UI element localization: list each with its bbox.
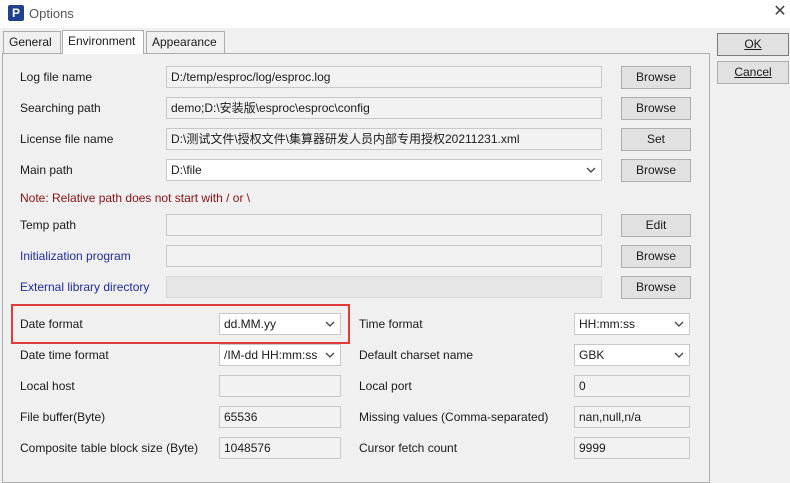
log-file-label: Log file name — [20, 70, 93, 84]
searching-path-browse-button[interactable]: Browse — [621, 97, 691, 120]
ok-label: OK — [744, 37, 762, 51]
tab-general[interactable]: General — [3, 31, 61, 54]
cursor-fetch-label: Cursor fetch count — [359, 441, 458, 455]
searching-path-label: Searching path — [20, 101, 101, 115]
temp-path-edit-button[interactable]: Edit — [621, 214, 691, 237]
file-buffer-input[interactable]: 65536 — [219, 406, 341, 428]
ext-lib-input[interactable] — [166, 276, 602, 298]
datetime-format-label: Date time format — [20, 348, 109, 362]
datetime-format-value: /IM-dd HH:mm:ss — [224, 348, 318, 362]
ext-lib-label[interactable]: External library directory — [20, 280, 149, 294]
license-set-button[interactable]: Set — [621, 128, 691, 151]
tab-environment[interactable]: Environment — [62, 30, 144, 54]
license-file-input[interactable]: D:\测试文件\授权文件\集算器研发人员内部专用授权20211231.xml — [166, 128, 602, 150]
chevron-down-icon — [325, 321, 335, 327]
log-file-input[interactable]: D:/temp/esproc/log/esproc.log — [166, 66, 602, 88]
temp-path-input[interactable] — [166, 214, 602, 236]
chevron-down-icon — [325, 352, 335, 358]
cursor-fetch-input[interactable]: 9999 — [574, 437, 690, 459]
main-path-browse-button[interactable]: Browse — [621, 159, 691, 182]
time-format-label: Time format — [359, 317, 423, 331]
missing-values-label: Missing values (Comma-separated) — [359, 410, 549, 424]
license-file-label: License file name — [20, 132, 114, 146]
main-path-select[interactable]: D:\file — [166, 159, 602, 181]
cancel-label: Cancel — [734, 65, 772, 79]
block-size-label: Composite table block size (Byte) — [20, 441, 199, 455]
charset-value: GBK — [579, 348, 605, 362]
app-icon: P — [8, 5, 24, 21]
local-port-label: Local port — [359, 379, 412, 393]
title-bar — [0, 0, 790, 28]
init-program-browse-button[interactable]: Browse — [621, 245, 691, 268]
date-format-label: Date format — [20, 317, 83, 331]
main-path-label: Main path — [20, 163, 73, 177]
date-format-value: dd.MM.yy — [224, 317, 277, 331]
init-program-input[interactable] — [166, 245, 602, 267]
relative-path-note: Note: Relative path does not start with … — [20, 191, 251, 205]
time-format-value: HH:mm:ss — [579, 317, 635, 331]
init-program-label[interactable]: Initialization program — [20, 249, 131, 263]
cancel-button[interactable]: Cancel — [717, 61, 789, 84]
chevron-down-icon — [674, 352, 684, 358]
local-host-label: Local host — [20, 379, 75, 393]
local-host-input[interactable] — [219, 375, 341, 397]
charset-label: Default charset name — [359, 348, 474, 362]
ok-button[interactable]: OK — [717, 33, 789, 56]
charset-select[interactable]: GBK — [574, 344, 690, 366]
temp-path-label: Temp path — [20, 218, 77, 232]
tab-appearance[interactable]: Appearance — [146, 31, 225, 54]
log-file-browse-button[interactable]: Browse — [621, 66, 691, 89]
file-buffer-label: File buffer(Byte) — [20, 410, 106, 424]
time-format-select[interactable]: HH:mm:ss — [574, 313, 690, 335]
searching-path-input[interactable]: demo;D:\安装版\esproc\esproc\config — [166, 97, 602, 119]
chevron-down-icon — [674, 321, 684, 327]
missing-values-input[interactable]: nan,null,n/a — [574, 406, 690, 428]
ext-lib-browse-button[interactable]: Browse — [621, 276, 691, 299]
main-path-value: D:\file — [171, 163, 202, 177]
window-title: Options — [29, 6, 74, 21]
date-format-select[interactable]: dd.MM.yy — [219, 313, 341, 335]
close-icon[interactable]: ✕ — [770, 2, 790, 22]
local-port-input[interactable]: 0 — [574, 375, 690, 397]
datetime-format-select[interactable]: /IM-dd HH:mm:ss — [219, 344, 341, 366]
block-size-input[interactable]: 1048576 — [219, 437, 341, 459]
chevron-down-icon — [586, 167, 596, 173]
